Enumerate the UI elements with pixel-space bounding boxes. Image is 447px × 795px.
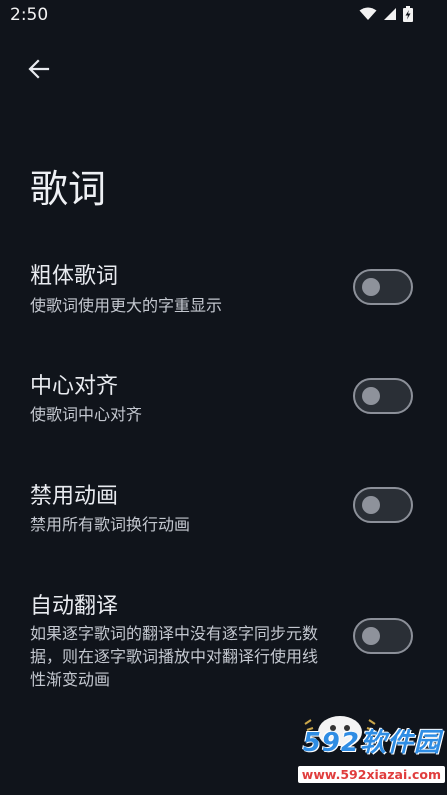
setting-description: 使歌词中心对齐 [30,405,143,424]
wifi-icon [359,7,377,20]
disable-animation-toggle[interactable] [353,487,413,523]
status-bar: 2:50 [0,0,447,32]
back-button[interactable] [22,54,56,84]
watermark-brand: 592软件园 [302,728,441,758]
setting-title: 自动翻译 [30,594,119,619]
bold-lyrics-toggle[interactable] [353,269,413,305]
status-icons [359,6,413,22]
status-time: 2:50 [10,5,49,25]
setting-center-align[interactable]: 中心对齐 使歌词中心对齐 [0,368,447,438]
page-title: 歌词 [30,167,107,211]
setting-description: 禁用所有歌词换行动画 [30,515,191,534]
setting-title: 粗体歌词 [30,264,119,289]
toggle-thumb [362,627,380,645]
center-align-toggle[interactable] [353,378,413,414]
arrow-left-icon [28,59,50,79]
watermark-url: www.592xiazai.com [297,766,445,783]
auto-translate-toggle[interactable] [353,618,413,654]
battery-charging-icon [403,6,413,22]
watermark: 592软件园 www.592xiazai.com [247,700,447,795]
toggle-thumb [362,496,380,514]
setting-description: 如果逐字歌词的翻译中没有逐字同步元数据，则在逐字歌词播放中对翻译行使用线性渐变动… [30,624,319,689]
signal-icon [384,8,396,20]
setting-disable-animation[interactable]: 禁用动画 禁用所有歌词换行动画 [0,478,447,548]
setting-title: 中心对齐 [30,374,119,399]
setting-bold-lyrics[interactable]: 粗体歌词 使歌词使用更大的字重显示 [0,258,447,328]
toggle-thumb [362,278,380,296]
setting-auto-translate[interactable]: 自动翻译 如果逐字歌词的翻译中没有逐字同步元数据，则在逐字歌词播放中对翻译行使用… [0,588,447,693]
setting-description: 使歌词使用更大的字重显示 [30,296,223,315]
toggle-thumb [362,387,380,405]
setting-title: 禁用动画 [30,484,119,509]
